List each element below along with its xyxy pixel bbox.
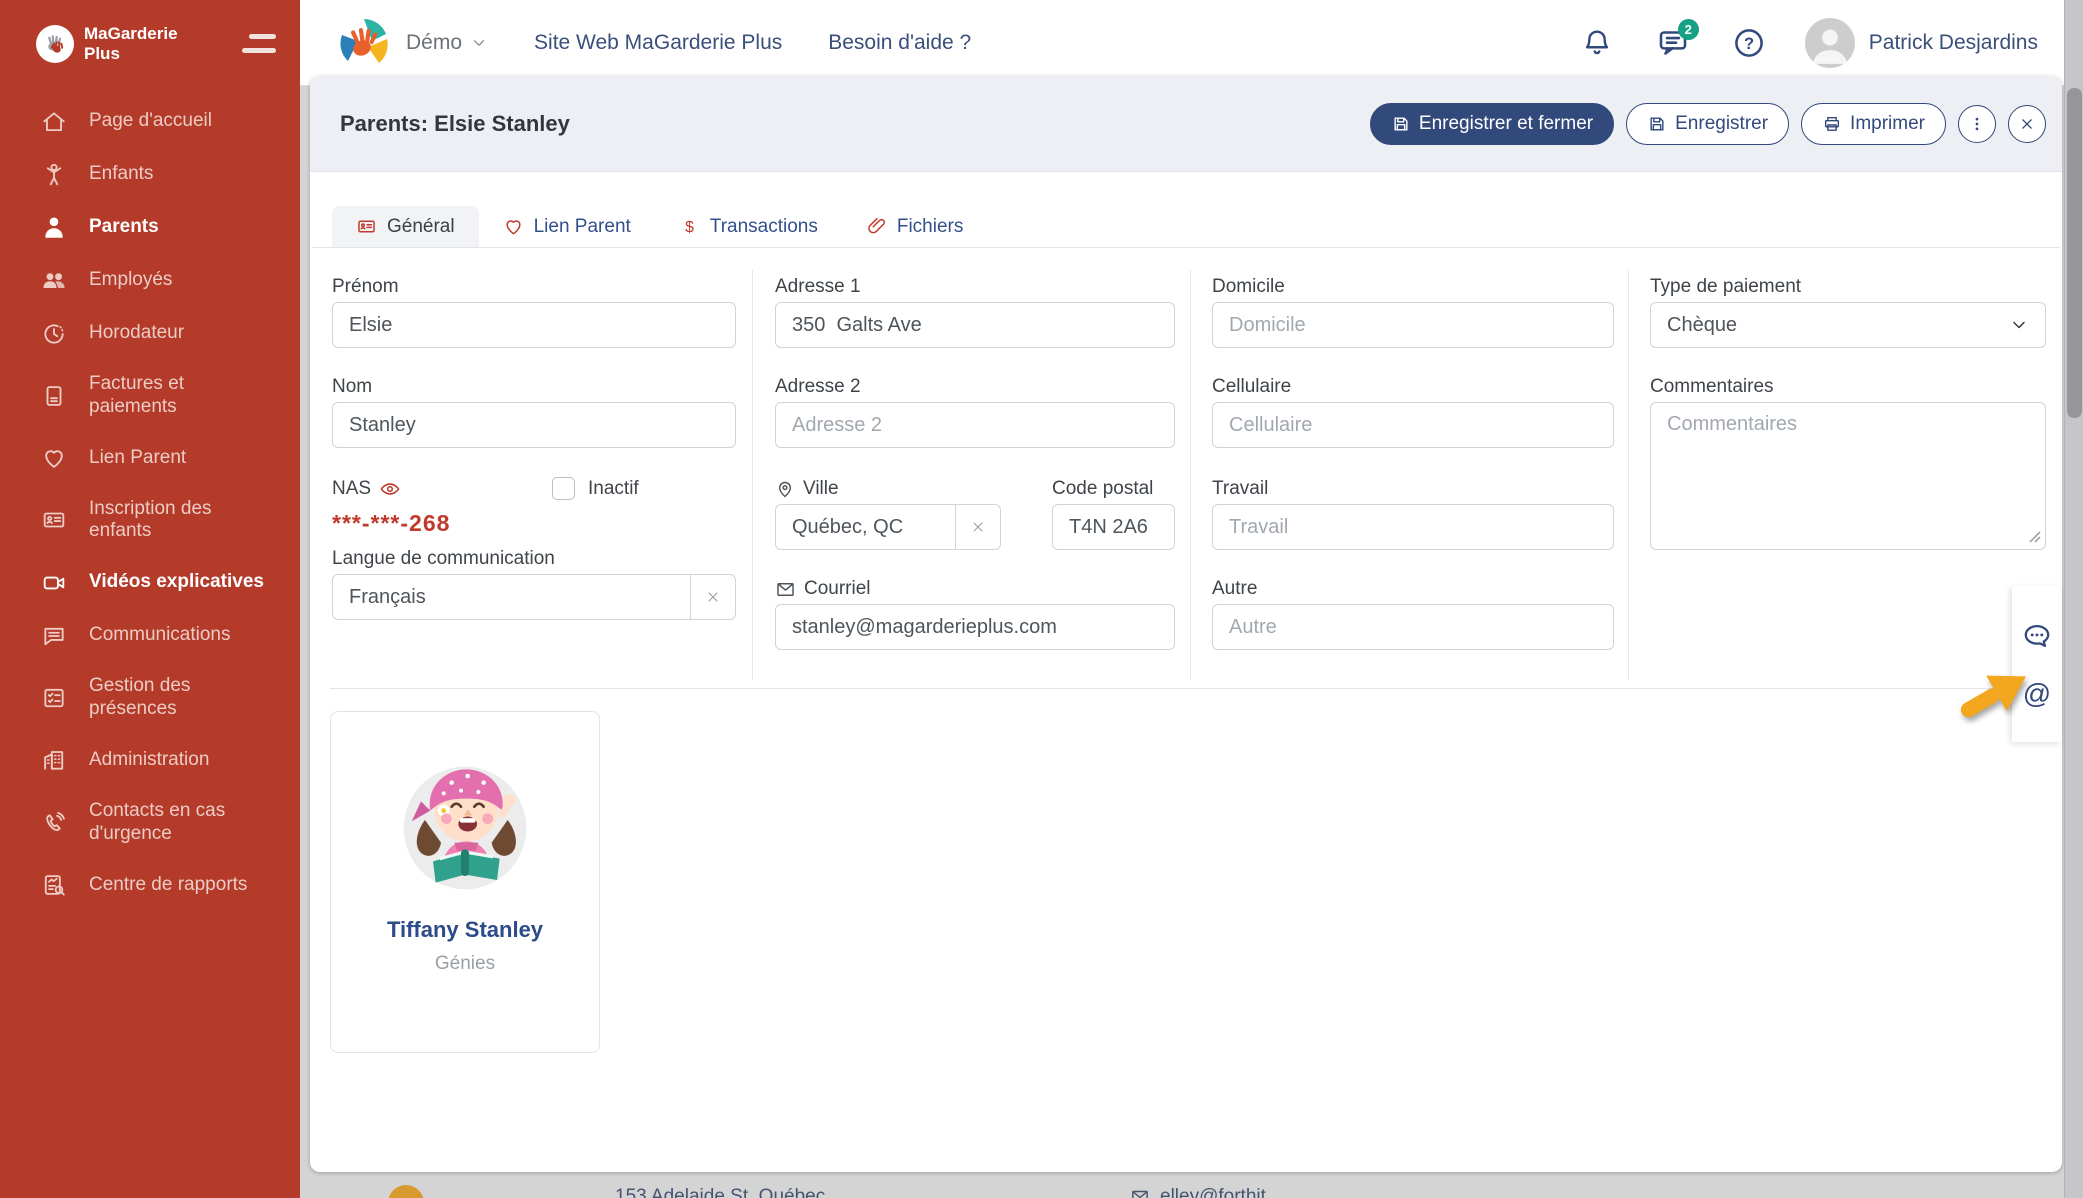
inactif-label: Inactif <box>588 478 639 500</box>
checklist-icon <box>40 685 67 712</box>
heart-icon <box>40 445 67 472</box>
app-root: MaGarderie Plus Page d'accueil Enfants P… <box>0 0 2083 1198</box>
brand-hands-icon <box>36 25 74 63</box>
sidebar-item-lien-parent[interactable]: Lien Parent <box>0 432 300 485</box>
column-divider <box>1190 270 1191 680</box>
nom-input[interactable] <box>332 402 736 448</box>
travail-label: Travail <box>1212 478 1268 500</box>
sidebar-item-administration[interactable]: Administration <box>0 734 300 787</box>
nas-masked-value: ***-***-268 <box>332 510 450 537</box>
sidebar-item-inscription[interactable]: Inscription des enfants <box>0 485 300 557</box>
adresse2-label: Adresse 2 <box>775 376 861 398</box>
nom-label: Nom <box>332 376 372 398</box>
child-group: Génies <box>331 953 599 975</box>
clock-icon <box>40 320 67 347</box>
adresse1-input[interactable] <box>775 302 1175 348</box>
section-divider <box>330 688 2040 689</box>
sidebar-item-factures[interactable]: $ Factures et paiements <box>0 360 300 432</box>
sidebar-item-employes[interactable]: Employés <box>0 254 300 307</box>
prenom-input[interactable] <box>332 302 736 348</box>
home-icon <box>40 108 67 135</box>
report-icon <box>40 871 67 898</box>
sidebar-item-contacts-urgence[interactable]: Contacts en cas d'urgence <box>0 787 300 859</box>
chevron-down-icon <box>2009 315 2029 335</box>
row-address: 153 Adelaide St, Québec <box>615 1186 825 1198</box>
column-divider <box>1628 270 1629 680</box>
form-col-address: Adresse 1 Adresse 2 Ville Code postal Co… <box>775 0 1175 700</box>
type-paiement-label: Type de paiement <box>1650 276 1801 298</box>
type-paiement-select[interactable]: Chèque <box>1650 302 2046 348</box>
comments-bubble-icon[interactable] <box>2021 620 2053 652</box>
page-scrollbar[interactable] <box>2064 0 2083 1198</box>
sidebar-item-enfants[interactable]: Enfants <box>0 148 300 201</box>
child-icon <box>40 161 67 188</box>
clear-x-icon <box>705 589 721 605</box>
travail-input[interactable] <box>1212 504 1614 550</box>
eye-icon[interactable] <box>379 478 401 500</box>
annotation-arrow-icon <box>1948 652 2048 732</box>
courriel-input[interactable] <box>775 604 1175 650</box>
domicile-input[interactable] <box>1212 302 1614 348</box>
sidebar-item-parents[interactable]: Parents <box>0 201 300 254</box>
autre-input[interactable] <box>1212 604 1614 650</box>
column-divider <box>752 270 753 680</box>
sidebar-item-communications[interactable]: Communications <box>0 609 300 662</box>
sidebar-brand: MaGarderie Plus <box>0 0 300 73</box>
parent-icon <box>40 214 67 241</box>
cellulaire-label: Cellulaire <box>1212 376 1291 398</box>
child-card-tiffany[interactable]: Tiffany Stanley Génies <box>330 711 600 1053</box>
form-col-identity: Prénom Nom NAS Inactif ***-***-268 Langu… <box>332 0 736 700</box>
ville-clear-button[interactable] <box>955 504 1001 550</box>
sidebar-item-rapports[interactable]: Centre de rapports <box>0 858 300 911</box>
scrollbar-thumb[interactable] <box>2067 88 2082 418</box>
child-avatar-illustration <box>385 740 545 900</box>
row-email: elley@forthit <box>1130 1186 1266 1198</box>
row-avatar <box>388 1185 424 1198</box>
sidebar-toggle-icon[interactable] <box>238 30 280 57</box>
invoice-icon: $ <box>40 382 67 409</box>
inactif-checkbox[interactable] <box>552 477 575 500</box>
svg-text:$: $ <box>51 388 56 397</box>
clear-x-icon <box>970 519 986 535</box>
courriel-label: Courriel <box>775 578 871 600</box>
sidebar-nav: Page d'accueil Enfants Parents Employés … <box>0 95 300 911</box>
sidebar-item-videos[interactable]: Vidéos explicatives <box>0 556 300 609</box>
envelope-icon <box>775 579 796 600</box>
sidebar-item-page-accueil[interactable]: Page d'accueil <box>0 95 300 148</box>
nas-label: NAS <box>332 478 401 500</box>
id-card-icon <box>40 507 67 534</box>
code-postal-input[interactable] <box>1052 504 1175 550</box>
domicile-label: Domicile <box>1212 276 1285 298</box>
cellulaire-input[interactable] <box>1212 402 1614 448</box>
langue-label: Langue de communication <box>332 548 555 570</box>
sidebar: MaGarderie Plus Page d'accueil Enfants P… <box>0 0 300 1198</box>
code-postal-label: Code postal <box>1052 478 1153 500</box>
ville-input[interactable] <box>775 504 955 550</box>
form-col-phones: Domicile Cellulaire Travail Autre <box>1212 0 1614 700</box>
langue-input[interactable] <box>332 574 690 620</box>
brand-name: MaGarderie Plus <box>84 24 178 63</box>
building-icon <box>40 747 67 774</box>
ville-label: Ville <box>775 478 839 500</box>
adresse2-input[interactable] <box>775 402 1175 448</box>
employees-icon <box>40 267 67 294</box>
background-list-row: 153 Adelaide St, Québec elley@forthit <box>310 1183 2062 1198</box>
form-col-payment: Type de paiement Chèque Commentaires <box>1650 0 2046 700</box>
phone-icon <box>40 809 67 836</box>
sidebar-item-horodateur[interactable]: Horodateur <box>0 307 300 360</box>
sidebar-item-presences[interactable]: Gestion des présences <box>0 662 300 734</box>
prenom-label: Prénom <box>332 276 399 298</box>
langue-clear-button[interactable] <box>690 574 736 620</box>
envelope-icon <box>1130 1187 1150 1198</box>
chat-icon <box>40 622 67 649</box>
commentaires-textarea[interactable] <box>1650 402 2046 550</box>
video-icon <box>40 569 67 596</box>
map-pin-icon <box>775 479 795 499</box>
adresse1-label: Adresse 1 <box>775 276 861 298</box>
autre-label: Autre <box>1212 578 1257 600</box>
child-name[interactable]: Tiffany Stanley <box>331 917 599 943</box>
commentaires-label: Commentaires <box>1650 376 1774 398</box>
